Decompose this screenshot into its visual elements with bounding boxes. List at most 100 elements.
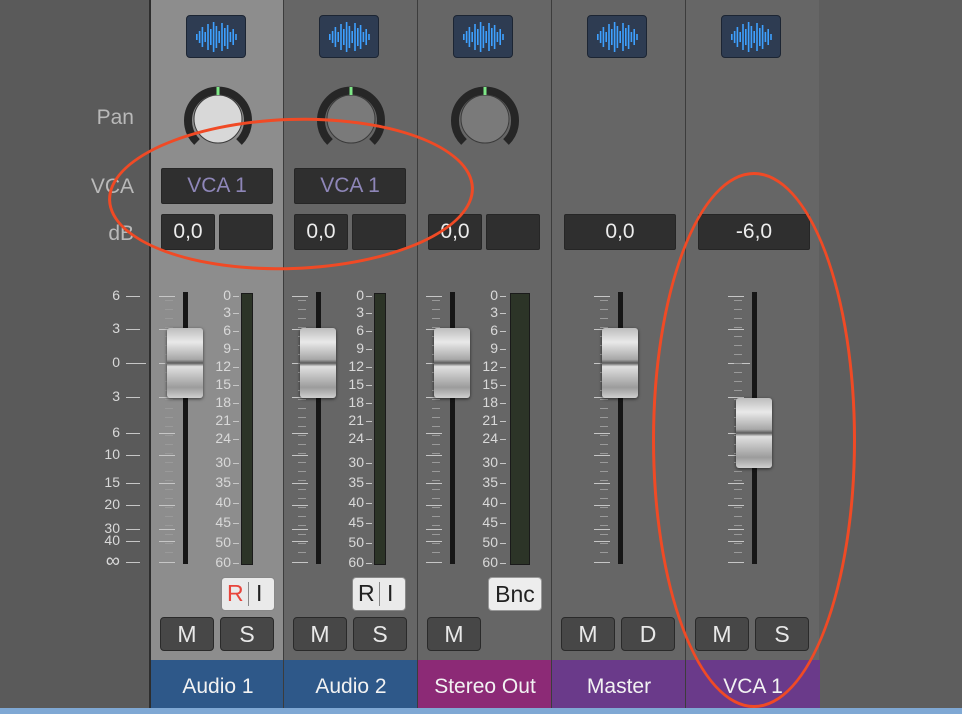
fader-scale-tick [594,433,610,434]
fader-scale-tick [594,541,610,542]
fader-minor-tick [432,507,440,508]
meter-scale-label: 15 [215,376,231,392]
input-monitor-button[interactable]: I [256,580,262,607]
meter-scale-label: 15 [348,376,364,392]
fader-minor-tick [600,552,608,553]
meter-scale-tick [366,523,372,524]
audio-waveform-icon[interactable] [453,15,513,58]
fader-minor-tick [600,543,608,544]
record-enable-button[interactable]: R [358,580,375,607]
audio-waveform-icon[interactable] [721,15,781,58]
left-scale-label: 6 [112,424,120,440]
meter-scale-tick [366,463,372,464]
fader-minor-tick [432,408,440,409]
fader-scale-tick [594,529,610,530]
fader-minor-tick [165,516,173,517]
meter-scale-tick [366,349,372,350]
left-scale-tick [126,529,140,530]
input-monitor-button[interactable]: I [387,580,393,607]
meter-scale-tick [233,296,239,297]
fader-minor-tick [432,471,440,472]
meter-scale-tick [233,331,239,332]
left-scale-tick [126,397,140,398]
level-meter [374,293,386,565]
meter-scale-label: 12 [482,358,498,374]
fader-minor-tick [165,399,173,400]
fader-minor-tick [432,534,440,535]
meter-scale-label: 3 [356,304,364,320]
volume-db-readout[interactable]: 0,0 [564,214,676,250]
fader-minor-tick [165,318,173,319]
meter-scale-tick [233,523,239,524]
meter-scale-label: 6 [356,322,364,338]
fader-scale-tick [159,483,175,484]
fader-minor-tick [432,462,440,463]
meter-scale-tick [500,543,506,544]
meter-scale-label: 40 [215,494,231,510]
audio-waveform-icon[interactable] [587,15,647,58]
solo-button[interactable]: S [220,617,274,651]
meter-scale-label: 50 [215,534,231,550]
meter-scale-label: 60 [348,554,364,570]
bounce-button[interactable]: Bnc [488,577,542,611]
fader-minor-tick [165,453,173,454]
meter-scale-tick [233,421,239,422]
meter-scale-tick [500,483,506,484]
channel-name-label[interactable]: Audio 1 [151,660,285,708]
volume-fader-handle[interactable] [602,328,638,398]
left-scale-label: 15 [104,474,120,490]
audio-waveform-icon[interactable] [319,15,379,58]
record-enable-button[interactable]: R [227,580,244,607]
fader-minor-tick [165,435,173,436]
meter-scale-tick [500,421,506,422]
meter-scale-tick [233,367,239,368]
audio-waveform-icon[interactable] [186,15,246,58]
channel-strip-audio-2[interactable]: VCA 1 0,0 0 3 6 9 12 15 18 21 24 30 35 40 45 50 60 R I M S Au… [283,0,418,708]
fader-scale-tick [426,505,442,506]
meter-scale-label: 15 [482,376,498,392]
channel-strip-audio-1[interactable]: VCA 1 0,0 0 3 6 9 12 15 18 21 24 30 35 40 45 50 60 R I M S Au… [149,0,285,708]
mute-button[interactable]: M [427,617,481,651]
dim-button[interactable]: D [621,617,675,651]
fader-minor-tick [298,408,306,409]
channel-name-label[interactable]: Stereo Out [418,660,552,708]
fader-minor-tick [165,480,173,481]
meter-scale-label: 24 [482,430,498,446]
meter-scale-label: 60 [215,554,231,570]
pan-knob[interactable] [450,84,520,154]
record-input-divider [248,582,249,606]
mute-button[interactable]: M [160,617,214,651]
meter-scale-label: 0 [356,287,364,303]
meter-scale-label: 18 [348,394,364,410]
peak-level-readout[interactable] [486,214,540,250]
level-meter [241,293,253,565]
meter-scale-label: 50 [348,534,364,550]
fader-minor-tick [600,453,608,454]
fader-minor-tick [432,480,440,481]
meter-scale-tick [366,563,372,564]
fader-minor-tick [600,507,608,508]
mute-button[interactable]: M [293,617,347,651]
meter-scale-label: 12 [348,358,364,374]
channel-name-label[interactable]: Master [552,660,686,708]
meter-scale-label: 12 [215,358,231,374]
mute-button[interactable]: M [561,617,615,651]
bottom-selection-bar [0,708,962,714]
meter-scale-label: 24 [215,430,231,446]
fader-minor-tick [432,552,440,553]
meter-scale-tick [233,439,239,440]
annotation-ellipse-vca-strip [652,172,856,708]
channel-name-label[interactable]: Audio 2 [284,660,418,708]
fader-minor-tick [432,417,440,418]
fader-minor-tick [600,318,608,319]
meter-scale-label: 45 [215,514,231,530]
meter-scale-label: 3 [223,304,231,320]
fader-scale-tick [292,541,308,542]
fader-minor-tick [165,489,173,490]
channel-strip-stereo-out[interactable]: 0,0 0 3 6 9 12 15 18 21 24 30 35 40 45 50 60 Bnc M Stereo … [417,0,552,708]
meter-scale-tick [500,331,506,332]
solo-button[interactable]: S [353,617,407,651]
fader-scale-tick [426,483,442,484]
fader-minor-tick [298,516,306,517]
meter-scale-label: 45 [348,514,364,530]
